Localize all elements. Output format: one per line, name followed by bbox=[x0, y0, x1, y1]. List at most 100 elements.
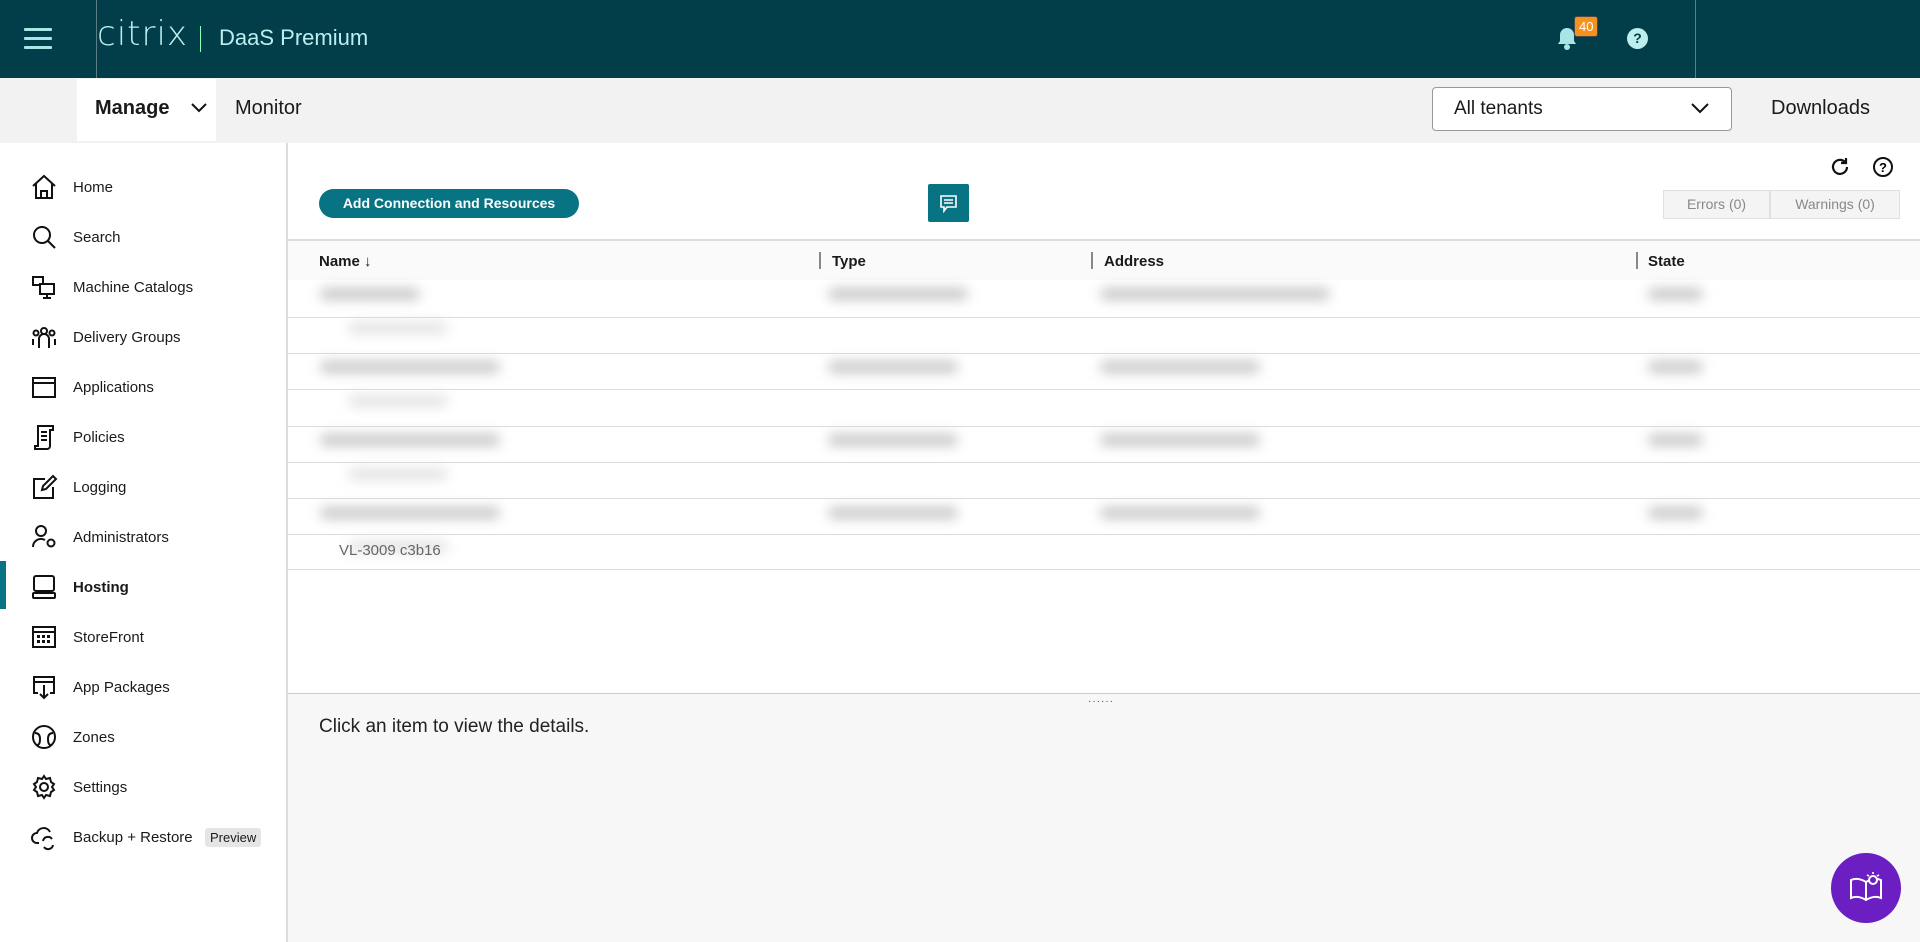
add-connection-button[interactable]: Add Connection and Resources bbox=[319, 189, 579, 218]
redacted-address bbox=[1100, 507, 1260, 519]
warnings-filter[interactable]: Warnings (0) bbox=[1770, 190, 1900, 219]
sidebar-item-label: Home bbox=[73, 178, 114, 196]
sidebar-item-zones[interactable]: Zones bbox=[0, 715, 286, 759]
table-row[interactable] bbox=[288, 499, 1764, 572]
administrators-icon bbox=[31, 525, 56, 548]
table-row[interactable]: VL-3009 c3b16 bbox=[339, 542, 441, 559]
redacted-name bbox=[348, 468, 448, 480]
monitor-tab[interactable]: Monitor bbox=[235, 97, 302, 120]
search-icon bbox=[33, 226, 56, 249]
column-state[interactable]: State bbox=[1648, 253, 1685, 270]
redacted-name bbox=[320, 434, 500, 446]
chevron-down-icon bbox=[191, 103, 207, 113]
sidebar-item-label: Applications bbox=[73, 378, 154, 396]
settings-icon bbox=[32, 774, 56, 800]
zones-icon bbox=[32, 725, 56, 749]
splitter-handle[interactable]: ······ bbox=[1088, 696, 1114, 707]
column-type[interactable]: Type bbox=[832, 253, 866, 270]
app-packages-icon bbox=[33, 676, 55, 700]
redacted-name bbox=[320, 507, 500, 519]
assistant-button[interactable] bbox=[1831, 853, 1901, 923]
redacted-state bbox=[1648, 434, 1703, 446]
sidebar-item-home[interactable]: Home bbox=[0, 165, 286, 209]
home-icon bbox=[32, 174, 56, 199]
applications-icon bbox=[32, 377, 56, 398]
sidebar-item-label: StoreFront bbox=[73, 628, 144, 646]
sidebar-item-delivery-groups[interactable]: Delivery Groups bbox=[0, 315, 286, 359]
sidebar-item-label: Machine Catalogs bbox=[73, 278, 194, 296]
sidebar-item-app-packages[interactable]: App Packages bbox=[0, 665, 286, 709]
sidebar-item-applications[interactable]: Applications bbox=[0, 365, 286, 409]
table-row[interactable] bbox=[288, 353, 1764, 426]
chevron-down-icon bbox=[1691, 103, 1709, 114]
redacted-name bbox=[320, 361, 500, 373]
tenant-select[interactable]: All tenants bbox=[1432, 87, 1732, 131]
delivery-groups-icon bbox=[32, 327, 56, 348]
column-name[interactable]: Name ↓ bbox=[319, 253, 372, 270]
storefront-icon bbox=[32, 626, 56, 648]
sidebar-item-label: Logging bbox=[73, 478, 127, 496]
errors-filter[interactable]: Errors (0) bbox=[1663, 190, 1770, 219]
notification-badge: 40 bbox=[1574, 16, 1599, 37]
sidebar-item-policies[interactable]: Policies bbox=[0, 415, 286, 459]
sidebar-item-label: Policies bbox=[73, 428, 125, 446]
sidebar-item-storefront[interactable]: StoreFront bbox=[0, 615, 286, 659]
table-row[interactable] bbox=[288, 426, 1764, 499]
hosting-icon bbox=[32, 575, 56, 599]
column-resizer[interactable] bbox=[1091, 252, 1093, 269]
sidebar-item-settings[interactable]: Settings bbox=[0, 765, 286, 809]
comment-icon bbox=[940, 195, 957, 213]
redacted-type bbox=[828, 361, 958, 373]
menu-icon[interactable] bbox=[24, 28, 52, 50]
details-placeholder: Click an item to view the details. bbox=[319, 716, 590, 737]
column-resizer[interactable] bbox=[1636, 252, 1638, 269]
help-icon[interactable]: ? bbox=[1872, 156, 1894, 178]
sidebar-item-hosting[interactable]: Hosting bbox=[0, 561, 286, 609]
column-address[interactable]: Address bbox=[1104, 253, 1164, 270]
manage-label: Manage bbox=[95, 97, 170, 119]
column-name-label: Name bbox=[319, 253, 360, 270]
preview-badge: Preview bbox=[205, 827, 262, 847]
sidebar-item-label: Settings bbox=[73, 778, 128, 796]
help-icon[interactable]: ? bbox=[1627, 28, 1648, 49]
sidebar-item-backup-restore[interactable]: Backup + Restore Preview bbox=[0, 815, 286, 859]
redacted-name bbox=[348, 322, 448, 334]
redacted-state bbox=[1648, 507, 1703, 519]
backup-restore-icon bbox=[31, 827, 54, 851]
redacted-name bbox=[348, 395, 448, 407]
top-header: citrix DaaS Premium 40 ? bbox=[0, 0, 1920, 78]
tenant-select-value: All tenants bbox=[1454, 98, 1543, 119]
sidebar-item-label: Administrators bbox=[73, 528, 169, 546]
divider bbox=[288, 569, 1920, 570]
redacted-state bbox=[1648, 361, 1703, 373]
sort-arrow-icon: ↓ bbox=[364, 253, 372, 270]
feedback-button[interactable] bbox=[928, 184, 969, 222]
redacted-name bbox=[320, 288, 420, 300]
citrix-logo: citrix bbox=[97, 14, 189, 54]
book-lightbulb-icon bbox=[1850, 872, 1882, 902]
divider bbox=[1695, 0, 1696, 78]
logging-icon bbox=[33, 474, 58, 499]
table-row[interactable] bbox=[288, 280, 1764, 353]
sidebar-item-label: Zones bbox=[73, 728, 115, 746]
details-pane: ······ Click an item to view the details… bbox=[288, 693, 1920, 942]
sidebar-item-label: Search bbox=[73, 228, 121, 246]
sidebar-item-search[interactable]: Search bbox=[0, 215, 286, 259]
redacted-state bbox=[1648, 288, 1703, 300]
sidebar: Home Search Machine Catalogs Delivery Group… bbox=[0, 143, 288, 942]
redacted-type bbox=[828, 434, 958, 446]
manage-tab[interactable]: Manage bbox=[77, 79, 216, 141]
redacted-address bbox=[1100, 434, 1260, 446]
column-resizer[interactable] bbox=[819, 252, 821, 269]
sidebar-item-label: Hosting bbox=[73, 578, 129, 596]
sidebar-item-administrators[interactable]: Administrators bbox=[0, 515, 286, 559]
divider bbox=[200, 26, 201, 52]
svg-text:?: ? bbox=[1879, 160, 1887, 175]
downloads-link[interactable]: Downloads bbox=[1771, 97, 1870, 120]
sidebar-item-logging[interactable]: Logging bbox=[0, 465, 286, 509]
refresh-icon[interactable] bbox=[1829, 156, 1851, 178]
product-name: DaaS Premium bbox=[219, 25, 369, 50]
redacted-type bbox=[828, 288, 968, 300]
sidebar-item-machine-catalogs[interactable]: Machine Catalogs bbox=[0, 265, 286, 309]
redacted-address bbox=[1100, 288, 1330, 300]
